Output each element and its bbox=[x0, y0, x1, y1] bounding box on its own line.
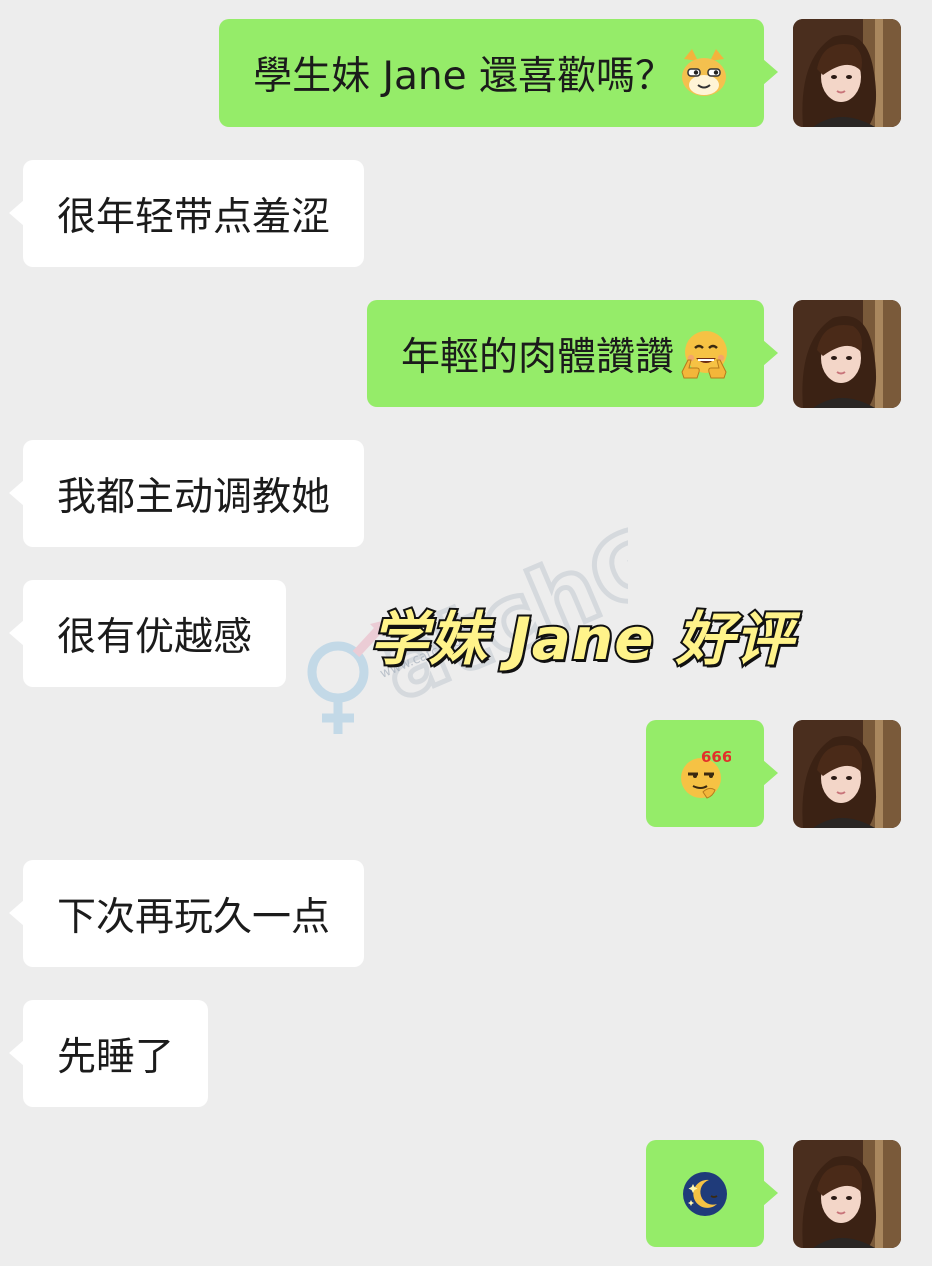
sticker-666-label: 666 bbox=[701, 748, 731, 766]
message-text: 我都主动调教她 bbox=[57, 474, 331, 520]
moon-sleep-emoji bbox=[679, 1168, 731, 1220]
incoming-message-bubble[interactable]: 很年轻带点羞涩 bbox=[8, 160, 365, 267]
outgoing-message-bubble[interactable]: 年輕的肉體讚讚 bbox=[366, 300, 779, 407]
overlay-title: 学妹 Jane 好评 bbox=[368, 603, 795, 675]
avatar[interactable] bbox=[793, 1140, 901, 1248]
avatar[interactable] bbox=[793, 19, 901, 127]
message-text: 先睡了 bbox=[57, 1034, 175, 1080]
avatar[interactable] bbox=[793, 720, 901, 828]
666-emoji: 666 bbox=[679, 748, 732, 800]
incoming-message-bubble[interactable]: 下次再玩久一点 bbox=[8, 860, 365, 967]
message-text: 學生妹 Jane 還喜歡嗎？ bbox=[253, 54, 674, 99]
message-text: 年輕的肉體讚讚 bbox=[400, 334, 674, 380]
incoming-message-bubble[interactable]: 很有优越感 bbox=[8, 580, 287, 687]
avatar[interactable] bbox=[793, 300, 901, 408]
outgoing-message-bubble[interactable] bbox=[646, 1140, 778, 1247]
message-text: 很有优越感 bbox=[57, 614, 253, 660]
outgoing-message-bubble[interactable]: 學生妹 Jane 還喜歡嗎？ bbox=[219, 19, 778, 127]
message-text: 很年轻带点羞涩 bbox=[57, 194, 331, 240]
incoming-message-bubble[interactable]: 先睡了 bbox=[8, 1000, 209, 1107]
cat-face-emoji bbox=[678, 47, 730, 99]
outgoing-message-bubble[interactable]: 666 bbox=[646, 720, 778, 827]
thumbs-up-smile-emoji bbox=[678, 328, 730, 380]
message-text: 下次再玩久一点 bbox=[57, 894, 331, 940]
